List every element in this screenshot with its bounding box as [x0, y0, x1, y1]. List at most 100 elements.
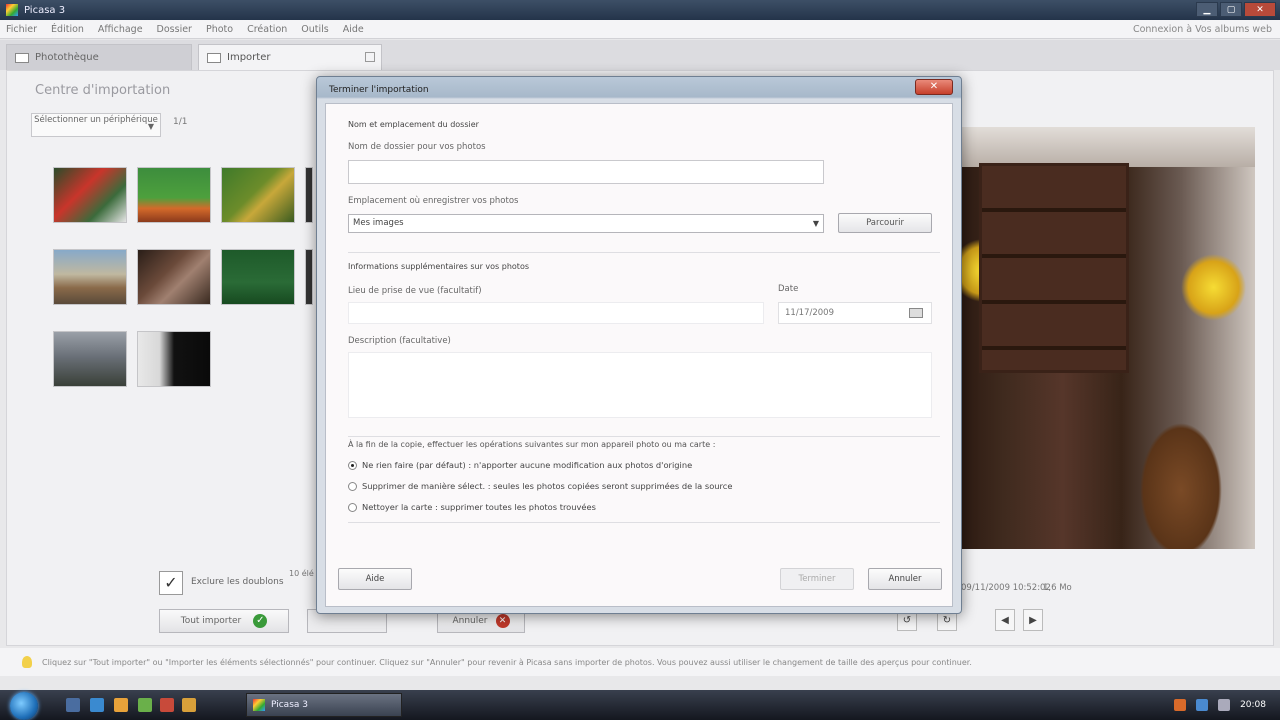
preview-ceiling [959, 127, 1255, 167]
cancel-icon: ✕ [495, 614, 510, 628]
tab-library[interactable]: Photothèque [6, 44, 192, 70]
cancel-import-label: Annuler [452, 616, 488, 626]
folder-name-input[interactable] [348, 160, 824, 184]
section-extra-info: Informations supplémentaires sur vos pho… [348, 262, 530, 271]
radio-button[interactable] [348, 481, 357, 491]
info-bar: Cliquez sur "Tout importer" ou "Importer… [0, 648, 1280, 676]
menu-help[interactable]: Aide [343, 24, 364, 35]
section-after-copy: À la fin de la copie, effectuer les opér… [348, 440, 716, 449]
radio-clean-card-label: Nettoyer la carte : supprimer toutes les… [362, 502, 596, 512]
tab-close-icon[interactable] [365, 52, 375, 62]
account-link[interactable]: Connexion à Vos albums web [1133, 24, 1272, 35]
menu-bar: Fichier Édition Affichage Dossier Photo … [0, 20, 1280, 39]
next-photo-button[interactable]: ▶ [1023, 609, 1043, 631]
help-button[interactable]: Aide [338, 568, 412, 590]
photo-thumbnail[interactable] [53, 167, 127, 223]
preview-bookshelf [979, 163, 1129, 373]
radio-do-nothing-label: Ne rien faire (par défaut) : n'apporter … [362, 460, 693, 470]
radio-button[interactable] [348, 502, 357, 512]
date-label: Date [778, 284, 799, 294]
window-controls: ▁ ▢ ✕ [1196, 2, 1276, 17]
divider [348, 436, 940, 437]
device-select-value: Sélectionner un périphérique [34, 115, 158, 125]
switch-windows-icon[interactable] [90, 698, 104, 712]
dialog-title: Terminer l'importation [329, 85, 429, 95]
browse-button[interactable]: Parcourir [838, 213, 932, 233]
photo-thumbnail[interactable] [305, 249, 313, 305]
radio-delete-selected[interactable]: Supprimer de manière sélect. : seules le… [348, 481, 732, 491]
menu-edit[interactable]: Édition [51, 24, 84, 35]
previous-photo-button[interactable]: ◀ [995, 609, 1015, 631]
lightbulb-icon [22, 656, 32, 668]
radio-button-selected[interactable] [348, 460, 357, 470]
device-select[interactable]: Sélectionner un périphérique ▼ [31, 113, 161, 137]
title-bar: Picasa 3 ▁ ▢ ✕ [0, 0, 1280, 20]
dialog-close-button[interactable]: ✕ [915, 79, 953, 95]
section-name-location: Nom et emplacement du dossier [348, 120, 479, 129]
taskbar-app-label: Picasa 3 [271, 700, 308, 710]
finish-button[interactable]: Terminer [780, 568, 854, 590]
radio-delete-selected-label: Supprimer de manière sélect. : seules le… [362, 481, 733, 491]
volume-icon[interactable] [1218, 699, 1231, 711]
import-all-button[interactable]: Tout importer ✓ [159, 609, 289, 633]
menu-file[interactable]: Fichier [6, 24, 37, 35]
tab-strip: Photothèque Importer [0, 40, 1280, 70]
place-input[interactable] [348, 302, 764, 324]
folder-name-label: Nom de dossier pour vos photos [348, 142, 486, 152]
menu-folder[interactable]: Dossier [157, 24, 192, 35]
tab-import[interactable]: Importer [198, 44, 382, 70]
dialog-body: Nom et emplacement du dossier Nom de dos… [325, 103, 953, 607]
photo-thumbnail[interactable] [53, 249, 127, 305]
radio-do-nothing[interactable]: Ne rien faire (par défaut) : n'apporter … [348, 460, 692, 470]
network-icon[interactable] [1196, 699, 1209, 711]
import-icon [207, 52, 221, 63]
quicklaunch-icon[interactable] [138, 698, 152, 712]
start-button[interactable] [10, 692, 38, 720]
photo-thumbnail[interactable] [53, 331, 127, 387]
menu-create[interactable]: Création [247, 24, 287, 35]
browse-label: Parcourir [866, 218, 904, 228]
photo-thumbnail[interactable] [137, 249, 211, 305]
maximize-button[interactable]: ▢ [1220, 2, 1242, 17]
description-textarea[interactable] [348, 352, 932, 418]
photo-thumbnail[interactable] [221, 167, 295, 223]
quicklaunch-icon[interactable] [182, 698, 196, 712]
menu-view[interactable]: Affichage [98, 24, 143, 35]
picasa-app-icon [6, 4, 18, 16]
photo-size: 1,6 Mo [1043, 583, 1072, 593]
browser-icon[interactable] [114, 698, 128, 712]
close-window-button[interactable]: ✕ [1244, 2, 1276, 17]
show-desktop-icon[interactable] [66, 698, 80, 712]
taskbar: Picasa 3 20:08 [0, 690, 1280, 720]
exclude-duplicates-label: Exclure les doublons [191, 577, 284, 587]
photo-thumbnail[interactable] [137, 331, 211, 387]
date-picker[interactable]: 11/17/2009 [778, 302, 932, 324]
photo-thumbnail[interactable] [305, 167, 313, 223]
system-tray: 20:08 [1130, 690, 1280, 720]
dialog-cancel-button[interactable]: Annuler [868, 568, 942, 590]
photo-thumbnail[interactable] [137, 167, 211, 223]
tab-import-label: Importer [227, 52, 271, 63]
quicklaunch-icon[interactable] [160, 698, 174, 712]
menu-photo[interactable]: Photo [206, 24, 233, 35]
menu-tools[interactable]: Outils [301, 24, 328, 35]
divider [348, 522, 940, 523]
finish-import-dialog: Terminer l'importation ✕ Nom et emplacem… [316, 76, 962, 614]
date-value: 11/17/2009 [785, 308, 834, 318]
dialog-cancel-label: Annuler [888, 574, 922, 584]
radio-clean-card[interactable]: Nettoyer la carte : supprimer toutes les… [348, 502, 596, 512]
window-title: Picasa 3 [24, 4, 66, 16]
calendar-icon[interactable] [909, 308, 923, 318]
tab-library-label: Photothèque [35, 52, 99, 63]
info-text: Cliquez sur "Tout importer" ou "Importer… [42, 657, 972, 667]
taskbar-app-picasa[interactable]: Picasa 3 [246, 693, 402, 717]
tray-icon[interactable] [1174, 699, 1187, 711]
photo-thumbnail[interactable] [221, 249, 295, 305]
location-select[interactable]: Mes images ▼ [348, 214, 824, 233]
photo-preview [959, 127, 1255, 549]
minimize-button[interactable]: ▁ [1196, 2, 1218, 17]
clock: 20:08 [1240, 700, 1266, 710]
photo-date: 09/11/2009 10:52:02 [961, 583, 1051, 593]
exclude-duplicates-checkbox[interactable]: ✓ [159, 571, 183, 595]
place-label: Lieu de prise de vue (facultatif) [348, 286, 482, 296]
